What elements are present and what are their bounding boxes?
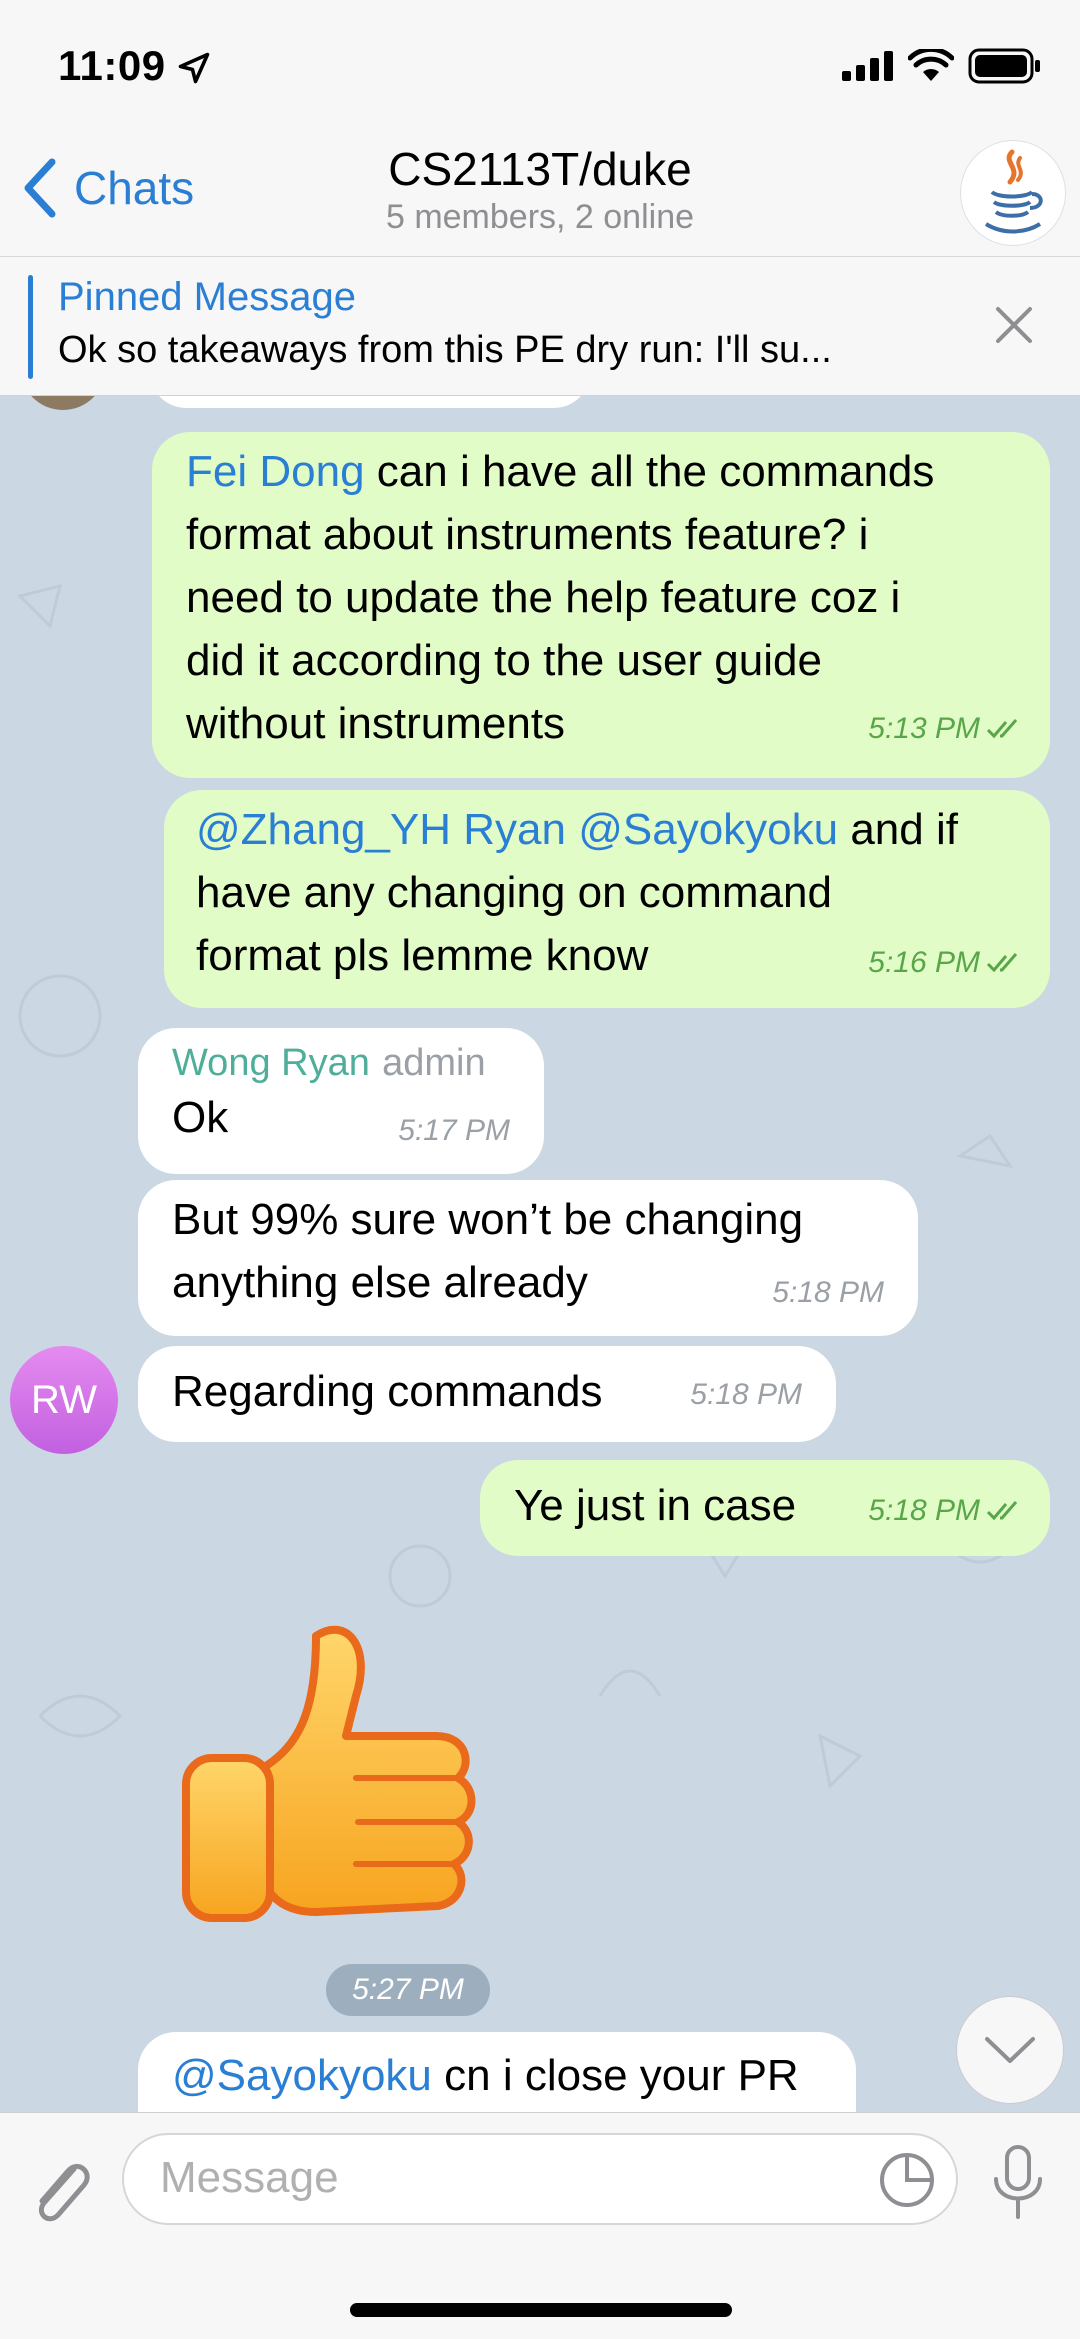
chat-history[interactable]: Fei Dong can i have all the commands for… xyxy=(0,396,1080,2112)
mention-link[interactable]: @Sayokyoku xyxy=(172,2051,432,2100)
sender-role: admin xyxy=(382,1042,486,1084)
scroll-to-bottom-button[interactable] xyxy=(956,1996,1064,2104)
avatar[interactable]: RW xyxy=(10,1346,118,1454)
sticker-time: 5:27 PM xyxy=(326,1964,490,2016)
message-time: 5:18 PM xyxy=(772,1276,884,1309)
pinned-title: Pinned Message xyxy=(58,275,356,319)
message-placeholder: Message xyxy=(160,2153,339,2202)
message-bubble-outgoing[interactable]: @Zhang_YH Ryan @Sayokyoku and if have an… xyxy=(164,790,1050,1008)
message-time: 5:13 PM xyxy=(868,697,1026,760)
message-input-bar: Message xyxy=(0,2112,1080,2339)
thumbs-up-sticker[interactable] xyxy=(176,1616,496,1946)
message-text: did it according to the user guide xyxy=(186,636,822,685)
message-time: 5:18 PM xyxy=(690,1378,802,1411)
pinned-message-bar[interactable]: Pinned Message Ok so takeaways from this… xyxy=(0,256,1080,396)
signal-icon xyxy=(842,51,893,81)
chat-header: Chats CS2113T/duke 5 members, 2 online xyxy=(0,132,1080,256)
message-bubble-incoming[interactable]: Regarding commands 5:18 PM xyxy=(138,1346,836,1442)
java-cup-icon xyxy=(984,149,1043,234)
location-arrow-icon xyxy=(178,52,210,84)
microphone-icon[interactable] xyxy=(988,2143,1048,2223)
message-time: 5:18 PM xyxy=(868,1479,1026,1542)
pinned-text: Ok so takeaways from this PE dry run: I'… xyxy=(58,329,832,371)
mention-link[interactable]: Fei Dong xyxy=(186,447,365,496)
message-bubble-incoming[interactable]: But 99% sure won’t be changing anything … xyxy=(138,1180,918,1336)
message-input[interactable]: Message xyxy=(122,2133,958,2225)
message-bubble-partial xyxy=(150,396,590,408)
close-icon[interactable] xyxy=(992,303,1036,347)
message-time: 5:16 PM xyxy=(868,931,1026,994)
message-text: and if xyxy=(838,805,958,854)
message-time: 5:17 PM xyxy=(398,1114,510,1147)
message-text: cn i close your PR xyxy=(431,2051,799,2100)
status-indicators xyxy=(842,48,1042,84)
message-bubble-incoming[interactable]: Wong Ryan admin Ok 5:17 PM xyxy=(138,1028,544,1174)
message-bubble-outgoing[interactable]: Fei Dong can i have all the commands for… xyxy=(152,432,1050,778)
home-indicator[interactable] xyxy=(350,2303,732,2317)
battery-icon xyxy=(968,48,1040,84)
status-bar: 11:09 xyxy=(0,0,1080,132)
double-check-icon xyxy=(986,1500,1018,1520)
double-check-icon xyxy=(986,718,1018,738)
chat-subtitle: 5 members, 2 online xyxy=(385,198,695,236)
double-check-icon xyxy=(986,952,1018,972)
chevron-down-icon xyxy=(985,2037,1035,2063)
message-bubble-incoming[interactable]: @Sayokyoku cn i close your PR xyxy=(138,2032,856,2112)
group-avatar[interactable] xyxy=(960,140,1066,246)
wifi-icon xyxy=(908,49,954,81)
message-text: need to update the help feature coz i xyxy=(186,573,901,622)
message-text: have any changing on command xyxy=(196,868,832,917)
pinned-accent-bar xyxy=(28,275,33,379)
sticker-icon[interactable] xyxy=(878,2151,936,2209)
message-bubble-outgoing[interactable]: Ye just in case 5:18 PM xyxy=(480,1460,1050,1556)
message-text: format about instruments feature? i xyxy=(186,510,869,559)
mention-link[interactable]: @Zhang_YH Ryan xyxy=(196,805,566,854)
mention-link[interactable]: @Sayokyoku xyxy=(578,805,838,854)
message-text: But 99% sure won’t be changing xyxy=(172,1195,804,1244)
message-text: can i have all the commands xyxy=(364,447,935,496)
paperclip-icon[interactable] xyxy=(28,2149,94,2229)
status-time: 11:09 xyxy=(58,42,166,89)
sender-name[interactable]: Wong Ryan xyxy=(172,1042,370,1084)
chat-title[interactable]: CS2113T/duke xyxy=(0,142,1080,196)
